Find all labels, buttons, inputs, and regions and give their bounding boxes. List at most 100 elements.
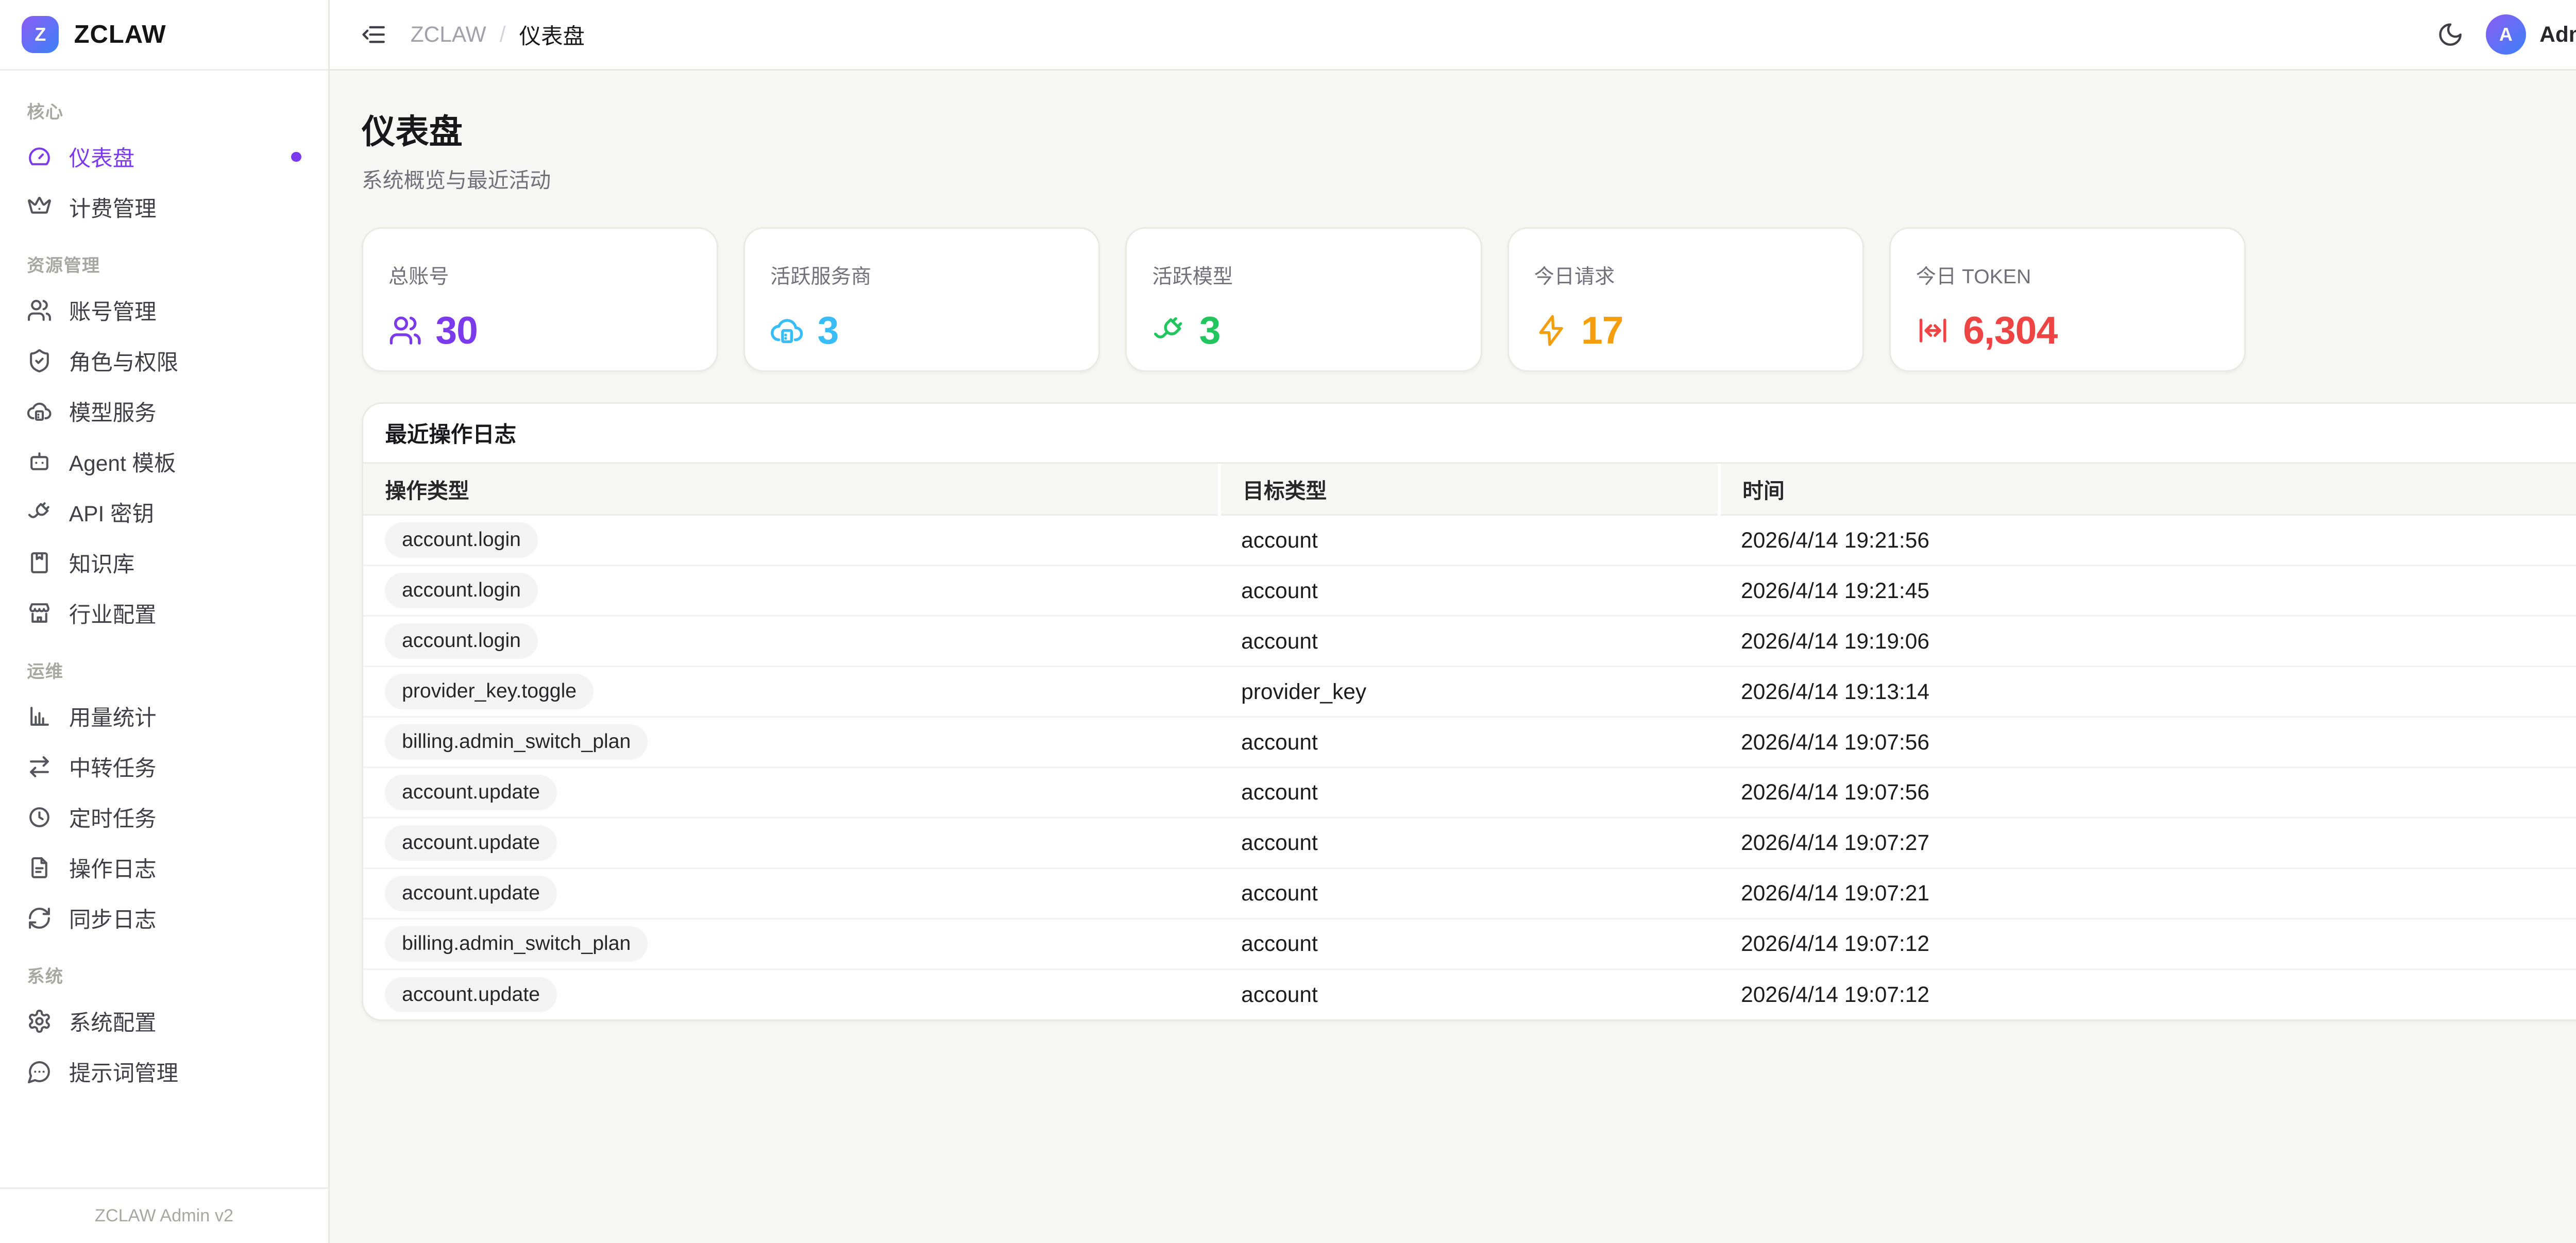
sidebar-item-usage-stats[interactable]: 用量统计 (15, 691, 313, 742)
token-width-icon (1916, 314, 1950, 347)
recent-logs-card: 最近操作日志 操作类型目标类型时间 account.loginaccount20… (362, 402, 2576, 1021)
stat-value: 17 (1581, 308, 1623, 352)
table-row: account.loginaccount2026/4/14 19:21:45 (363, 566, 2576, 616)
gauge-icon (27, 144, 52, 169)
users-icon (27, 298, 52, 323)
action-type-badge: account.login (385, 623, 537, 659)
sidebar-item-label: API 密钥 (69, 497, 154, 528)
cell-action-type: account.update (363, 768, 1219, 818)
user-menu[interactable]: A Admin (2486, 14, 2576, 55)
sidebar-item-label: 账号管理 (69, 295, 157, 326)
cell-target-type: account (1219, 969, 1719, 1019)
cell-action-type: account.update (363, 969, 1219, 1019)
sidebar-item-knowledge-base[interactable]: 知识库 (15, 538, 313, 588)
table-column-header: 时间 (1719, 464, 2576, 515)
user-name: Admin (2539, 22, 2576, 47)
dark-mode-toggle-moon-icon[interactable] (2437, 21, 2464, 48)
stat-label: 活跃服务商 (770, 261, 1073, 290)
cell-action-type: billing.admin_switch_plan (363, 717, 1219, 768)
page-title: 仪表盘 (362, 104, 2576, 153)
sidebar-section-label: 运维 (15, 638, 313, 691)
stat-label: 今日 TOKEN (1916, 261, 2219, 290)
cell-action-type: billing.admin_switch_plan (363, 918, 1219, 969)
brand-name: ZCLAW (74, 20, 166, 49)
cell-target-type: account (1219, 566, 1719, 616)
sidebar-section-label: 系统 (15, 943, 313, 996)
cell-action-type: account.update (363, 818, 1219, 868)
sidebar-item-operation-logs[interactable]: 操作日志 (15, 843, 313, 893)
stat-card-total-accounts: 总账号 30 (362, 227, 718, 372)
cell-target-type: account (1219, 616, 1719, 667)
stat-value: 3 (818, 308, 839, 352)
message-dots-icon (27, 1059, 52, 1084)
stat-label: 今日请求 (1534, 261, 1837, 290)
sidebar-item-scheduled-tasks[interactable]: 定时任务 (15, 792, 313, 843)
cell-target-type: account (1219, 717, 1719, 768)
cloud-server-icon (770, 314, 804, 347)
app-window: Z ZCLAW 核心仪表盘计费管理资源管理账号管理角色与权限模型服务Agent … (0, 0, 2576, 1243)
sidebar-item-accounts[interactable]: 账号管理 (15, 285, 313, 336)
sidebar-item-relay-tasks[interactable]: 中转任务 (15, 742, 313, 792)
cell-action-type: account.login (363, 566, 1219, 616)
stat-value: 6,304 (1963, 308, 2057, 352)
sidebar-item-label: 知识库 (69, 547, 134, 578)
collapse-sidebar-icon[interactable] (360, 21, 387, 48)
stat-card-active-models: 活跃模型3 (1125, 227, 1482, 372)
cell-time: 2026/4/14 19:07:21 (1719, 868, 2576, 918)
cell-target-type: provider_key (1219, 667, 1719, 717)
table-row: account.updateaccount2026/4/14 19:07:12 (363, 969, 2576, 1019)
shield-check-icon (27, 348, 52, 373)
table-row: account.login account2026/4/14 19:19:06 (363, 616, 2576, 667)
sidebar-item-agent-templates[interactable]: Agent 模板 (15, 437, 313, 487)
sidebar-item-label: 角色与权限 (69, 345, 178, 377)
sidebar-item-system-config[interactable]: 系统配置 (15, 996, 313, 1047)
sidebar-item-model-services[interactable]: 模型服务 (15, 386, 313, 437)
sidebar-header: Z ZCLAW (0, 0, 328, 71)
cell-time: 2026/4/14 19:07:27 (1719, 818, 2576, 868)
clock-icon (27, 805, 52, 830)
stat-value: 30 (435, 308, 478, 352)
plug-icon (1152, 314, 1185, 347)
cell-time: 2026/4/14 19:07:56 (1719, 717, 2576, 768)
book-icon (27, 550, 52, 575)
sidebar-item-label: 定时任务 (69, 802, 157, 833)
stat-card-today-requests: 今日请求 17 (1507, 227, 1864, 372)
topbar: ZCLAW / 仪表盘 A Admin (330, 0, 2576, 71)
sidebar-item-sync-logs[interactable]: 同步日志 (15, 893, 313, 944)
action-type-badge: account.update (385, 775, 556, 810)
sidebar-item-label: 用量统计 (69, 701, 157, 732)
action-type-badge: billing.admin_switch_plan (385, 926, 647, 962)
stat-label: 总账号 (388, 261, 691, 290)
table-row: billing.admin_switch_planaccount2026/4/1… (363, 918, 2576, 969)
breadcrumb-root-link[interactable]: ZCLAW (411, 22, 486, 47)
cell-time: 2026/4/14 19:19:06 (1719, 616, 2576, 667)
sidebar-item-label: 模型服务 (69, 396, 157, 427)
cell-target-type: account (1219, 768, 1719, 818)
sidebar-item-dashboard[interactable]: 仪表盘 (15, 132, 313, 182)
sidebar-section-label: 核心 (15, 79, 313, 131)
sidebar-nav: 核心仪表盘计费管理资源管理账号管理角色与权限模型服务Agent 模板API 密钥… (0, 71, 328, 1187)
cell-time: 2026/4/14 19:07:12 (1719, 969, 2576, 1019)
avatar: A (2486, 14, 2526, 55)
sidebar-footer-version: ZCLAW Admin v2 (0, 1187, 328, 1243)
sidebar-item-billing[interactable]: 计费管理 (15, 182, 313, 233)
page-subtitle: 系统概览与最近活动 (362, 163, 2576, 194)
sidebar-item-prompt-management[interactable]: 提示词管理 (15, 1047, 313, 1097)
sidebar-item-roles-permissions[interactable]: 角色与权限 (15, 336, 313, 386)
breadcrumb-separator: / (500, 22, 506, 47)
sidebar-item-label: 同步日志 (69, 903, 157, 934)
stat-cards-row: 总账号 30 活跃服务商 3 活跃模型3 今日请求 17 今日 TOKEN 6,304 (362, 227, 2576, 372)
action-type-badge: account.update (385, 876, 556, 911)
refresh-icon (27, 906, 52, 931)
action-type-badge: account.login (385, 522, 537, 558)
sidebar-item-industry-config[interactable]: 行业配置 (15, 588, 313, 639)
cell-time: 2026/4/14 19:21:56 (1719, 515, 2576, 566)
cell-time: 2026/4/14 19:21:45 (1719, 566, 2576, 616)
action-type-badge: account.update (385, 825, 556, 861)
sidebar-item-label: 行业配置 (69, 598, 157, 629)
sidebar-item-api-keys[interactable]: API 密钥 (15, 487, 313, 538)
app-logo: Z (22, 16, 59, 53)
stat-card-today-token: 今日 TOKEN 6,304 (1889, 227, 2246, 372)
cell-target-type: account (1219, 818, 1719, 868)
zap-icon (1534, 314, 1568, 347)
